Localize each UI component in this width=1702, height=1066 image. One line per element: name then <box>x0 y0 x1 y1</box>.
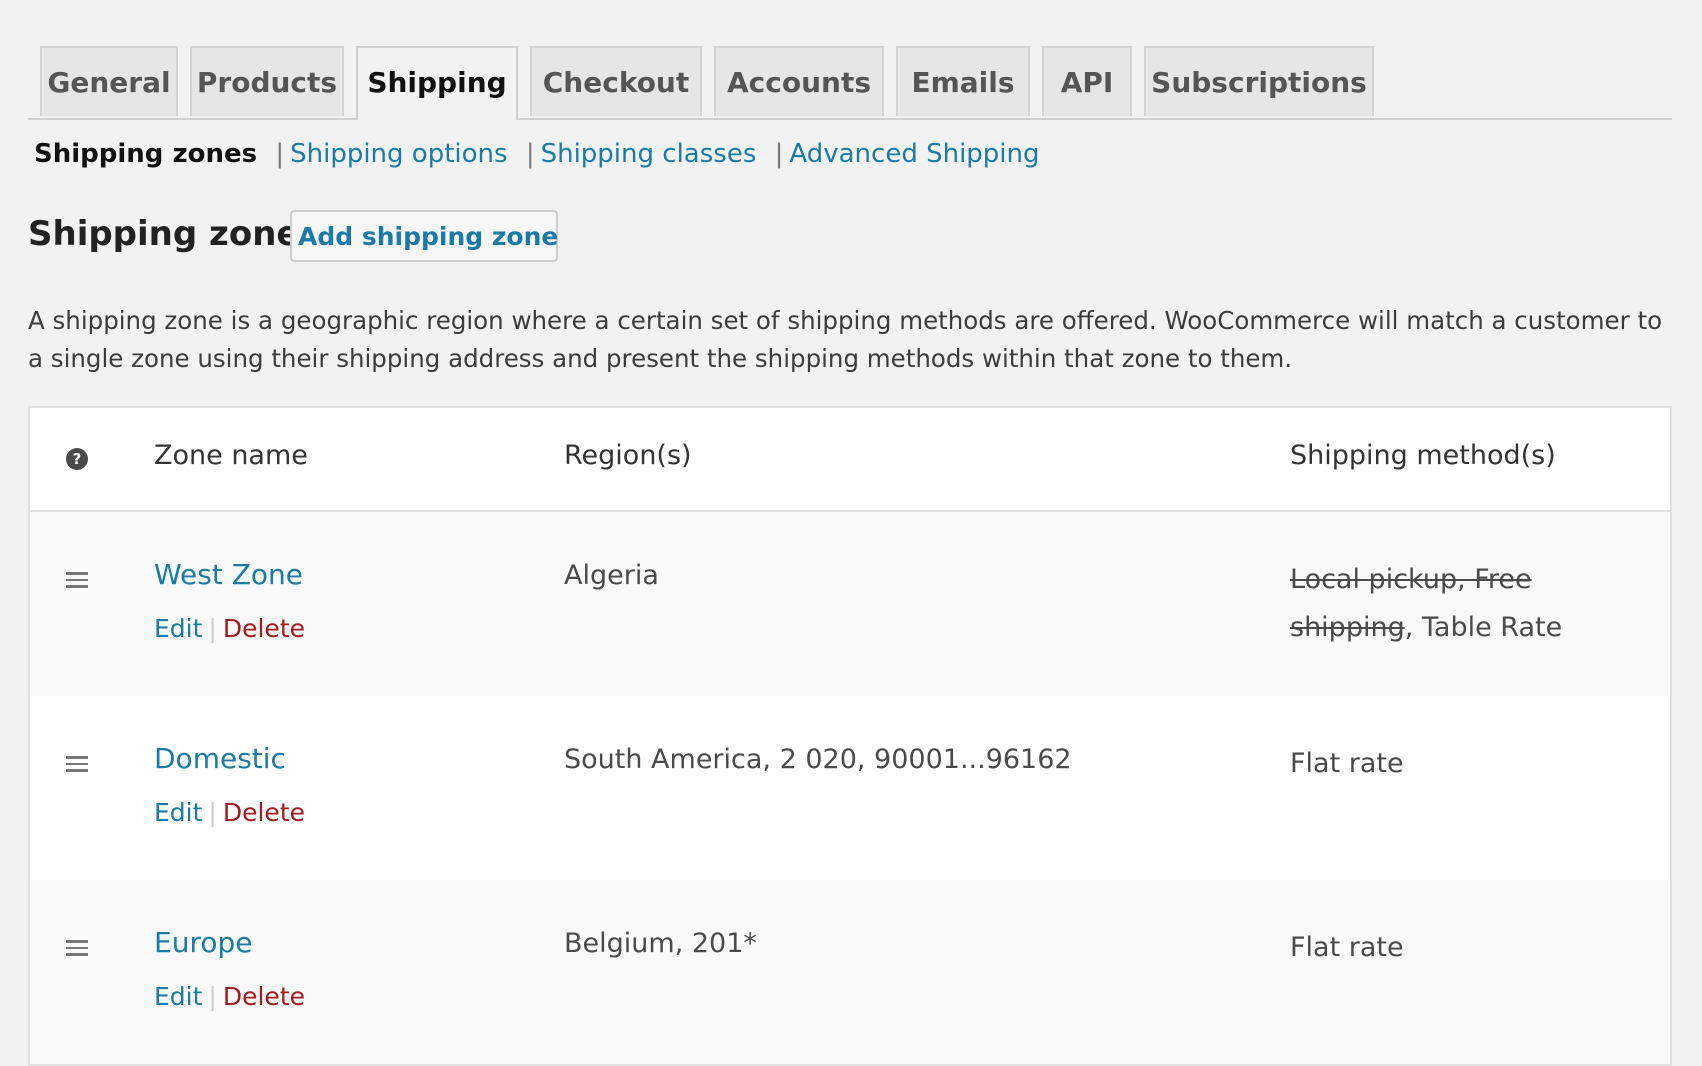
delete-zone-link[interactable]: Delete <box>223 614 305 643</box>
row-actions: Edit | Delete <box>154 982 305 1011</box>
enabled-shipping-methods: Table Rate <box>1421 612 1563 643</box>
column-header-regions: Region(s) <box>564 440 692 471</box>
methods-separator: , <box>1404 612 1422 643</box>
subnav-separator: | <box>774 139 784 169</box>
zone-regions: Belgium, 201* <box>564 928 757 959</box>
zone-name-link[interactable]: Europe <box>154 926 252 959</box>
edit-zone-link[interactable]: Edit <box>154 614 202 643</box>
edit-zone-link[interactable]: Edit <box>154 798 202 827</box>
zone-name-link[interactable]: Domestic <box>154 742 286 775</box>
subnav-separator: | <box>275 139 285 169</box>
drag-handle-icon[interactable] <box>66 572 88 588</box>
shipping-zones-table: ? Zone name Region(s) Shipping method(s)… <box>28 406 1672 1066</box>
drag-handle-icon[interactable] <box>66 940 88 956</box>
settings-tabs: General Products Shipping Checkout Accou… <box>28 46 1672 120</box>
tab-shipping[interactable]: Shipping <box>356 46 518 120</box>
delete-zone-link[interactable]: Delete <box>223 982 305 1011</box>
tab-emails[interactable]: Emails <box>896 46 1030 116</box>
shipping-subnav: Shipping zones | Shipping options | Shippi… <box>34 136 1040 172</box>
column-header-shipping-methods: Shipping method(s) <box>1290 440 1556 471</box>
table-row: West Zone Edit | Delete Algeria Local pick… <box>30 512 1670 696</box>
row-actions: Edit | Delete <box>154 614 305 643</box>
enabled-shipping-methods: Flat rate <box>1290 932 1404 963</box>
zone-shipping-methods: Local pickup, Free shipping, Table Rate <box>1290 556 1590 652</box>
delete-zone-link[interactable]: Delete <box>223 798 305 827</box>
zone-shipping-methods: Flat rate <box>1290 924 1590 972</box>
page-title: Shipping zones <box>28 214 320 254</box>
action-separator: | <box>208 982 217 1011</box>
page-description: A shipping zone is a geographic region w… <box>28 306 1663 373</box>
column-header-zone-name: Zone name <box>154 440 308 471</box>
subnav-link-shipping-options[interactable]: Shipping options <box>290 139 507 169</box>
table-row: Europe Edit | Delete Belgium, 201* Flat ra… <box>30 880 1670 1064</box>
subnav-separator: | <box>525 139 535 169</box>
action-separator: | <box>208 798 217 827</box>
tab-checkout[interactable]: Checkout <box>530 46 702 116</box>
tab-accounts[interactable]: Accounts <box>714 46 884 116</box>
add-shipping-zone-button[interactable]: Add shipping zone <box>290 210 558 262</box>
row-actions: Edit | Delete <box>154 798 305 827</box>
enabled-shipping-methods: Flat rate <box>1290 748 1404 779</box>
zone-shipping-methods: Flat rate <box>1290 740 1590 788</box>
zone-name-link[interactable]: West Zone <box>154 558 303 591</box>
table-header: ? Zone name Region(s) Shipping method(s) <box>30 408 1670 512</box>
subnav-current-shipping-zones: Shipping zones <box>34 139 258 169</box>
tab-subscriptions[interactable]: Subscriptions <box>1144 46 1374 116</box>
zone-regions: Algeria <box>564 560 659 591</box>
tab-api[interactable]: API <box>1042 46 1132 116</box>
subnav-link-advanced-shipping[interactable]: Advanced Shipping <box>789 139 1039 169</box>
table-row: Domestic Edit | Delete South America, 2 02… <box>30 696 1670 880</box>
subnav-link-shipping-classes[interactable]: Shipping classes <box>541 139 757 169</box>
drag-handle-icon[interactable] <box>66 756 88 772</box>
action-separator: | <box>208 614 217 643</box>
edit-zone-link[interactable]: Edit <box>154 982 202 1011</box>
tab-products[interactable]: Products <box>190 46 344 116</box>
zone-regions: South America, 2 020, 90001...96162 <box>564 744 1072 775</box>
tab-general[interactable]: General <box>40 46 178 116</box>
help-icon[interactable]: ? <box>66 448 88 470</box>
